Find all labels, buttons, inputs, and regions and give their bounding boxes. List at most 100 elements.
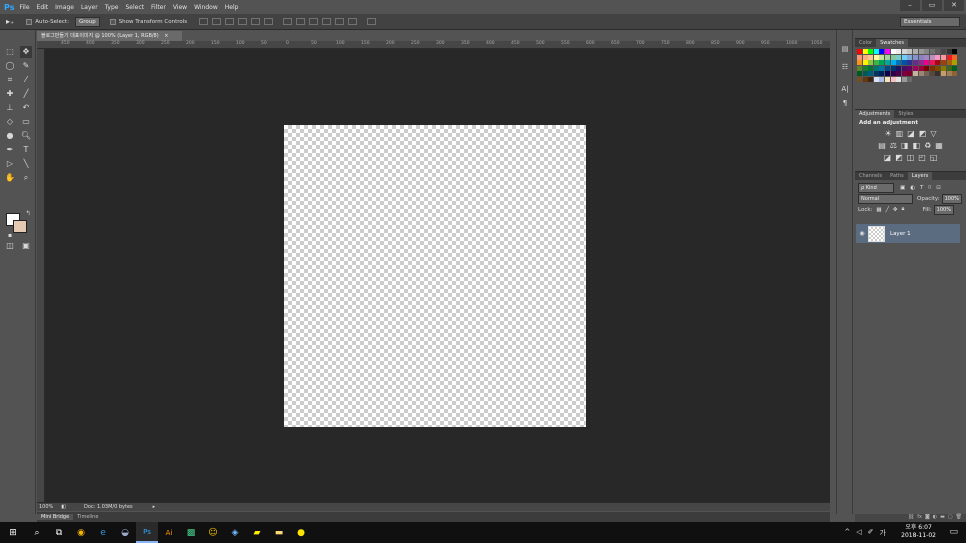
color-swatch[interactable] [862, 49, 868, 54]
properties-panel-icon[interactable]: ☷ [840, 63, 850, 73]
kakaotalk-icon[interactable]: ● [290, 522, 312, 543]
eraser-tool-icon[interactable]: ◇ [4, 116, 16, 128]
move-tool-icon[interactable]: ▸₊ [6, 17, 14, 26]
add-mask-icon[interactable]: ◙ [925, 514, 930, 522]
color-swatch[interactable] [952, 65, 958, 71]
channel-mixer-adjust-icon[interactable]: ♻ [924, 140, 931, 152]
color-swatch[interactable] [896, 76, 902, 82]
color-swatch[interactable] [929, 71, 935, 77]
menu-layer[interactable]: Layer [81, 4, 98, 11]
filter-adjust-icon[interactable]: ◐ [910, 185, 915, 191]
quick-select-tool-icon[interactable]: ✎ [20, 60, 32, 72]
lasso-tool-icon[interactable]: ◯ [4, 60, 16, 72]
blur-tool-icon[interactable]: ● [4, 130, 16, 142]
paragraph-panel-icon[interactable]: ¶ [840, 99, 850, 109]
color-swatch[interactable] [873, 76, 879, 82]
new-adjustment-icon[interactable]: ◐ [933, 514, 937, 522]
color-swatch[interactable] [873, 54, 879, 60]
color-swatch[interactable] [868, 54, 874, 60]
color-swatch[interactable] [912, 65, 918, 71]
minimize-button[interactable]: – [900, 0, 920, 11]
menu-filter[interactable]: Filter [151, 4, 166, 11]
illustrator-taskbar-icon[interactable]: Ai [158, 522, 180, 543]
color-swatch[interactable] [896, 49, 902, 54]
color-swatch[interactable] [884, 71, 890, 77]
tab-swatches[interactable]: Swatches [876, 39, 908, 47]
search-icon[interactable]: ⌕ [26, 522, 48, 543]
filter-type-icon[interactable]: T [920, 185, 923, 191]
color-swatch[interactable] [907, 49, 913, 54]
color-swatch[interactable] [857, 76, 862, 82]
color-swatch[interactable] [879, 65, 885, 71]
tab-channels[interactable]: Channels [855, 172, 886, 180]
color-swatch[interactable] [912, 54, 918, 60]
character-panel-icon[interactable]: A| [840, 85, 850, 95]
tab-adjustments[interactable]: Adjustments [855, 110, 895, 118]
posterize-adjust-icon[interactable]: ◩ [895, 152, 903, 164]
windows-start-icon[interactable]: ⊞ [0, 522, 26, 543]
fill-input[interactable]: 100% [933, 204, 954, 215]
history-brush-icon[interactable]: ↶ [20, 102, 32, 114]
delete-layer-icon[interactable]: 🗑︎ [956, 514, 962, 522]
opacity-input[interactable]: 100% [941, 193, 962, 204]
auto-select-dropdown[interactable]: Group [74, 16, 100, 27]
color-swatch[interactable] [873, 71, 879, 77]
align-vcenter-icon[interactable] [212, 18, 222, 25]
task-view-icon[interactable]: ⧉ [48, 522, 70, 543]
path-select-tool-icon[interactable]: ▷ [4, 158, 16, 170]
color-swatch[interactable] [873, 49, 879, 54]
color-swatch[interactable] [879, 54, 885, 60]
color-swatch[interactable] [952, 54, 958, 60]
workspace-dropdown[interactable]: Essentials [900, 17, 960, 27]
color-swatch[interactable] [924, 49, 930, 54]
color-swatch[interactable] [929, 60, 935, 66]
color-swatch[interactable] [929, 49, 935, 54]
file-explorer-icon[interactable]: ▬ [268, 522, 290, 543]
edge-icon[interactable]: e [92, 522, 114, 543]
new-layer-icon[interactable]: ▢ [948, 514, 953, 522]
vibrance-adjust-icon[interactable]: ▽ [930, 128, 936, 140]
color-swatch[interactable] [929, 54, 935, 60]
color-swatch[interactable] [901, 49, 907, 54]
hue-saturation-adjust-icon[interactable]: ▤ [878, 140, 886, 152]
align-bottom-icon[interactable] [225, 18, 235, 25]
document-canvas[interactable] [284, 125, 586, 427]
distribute-left-icon[interactable] [322, 18, 332, 25]
lock-all-icon[interactable]: 🔒︎ [902, 206, 905, 213]
sticky-notes-icon[interactable]: ▰ [246, 522, 268, 543]
screen-mode-icon[interactable]: ▣ [20, 240, 32, 252]
restore-button[interactable]: ▭ [922, 0, 942, 11]
quick-mask-icon[interactable]: ◫ [4, 240, 16, 252]
move-tool-icon[interactable]: ✥ [20, 46, 32, 58]
marquee-tool-icon[interactable]: ⬚ [4, 46, 16, 58]
color-swatch[interactable] [918, 71, 924, 77]
color-swatch[interactable] [952, 60, 958, 66]
new-group-icon[interactable]: ▬ [940, 514, 945, 522]
gradient-map-adjust-icon[interactable]: ◰ [918, 152, 926, 164]
color-swatch[interactable] [884, 49, 890, 54]
auto-align-icon[interactable] [367, 18, 377, 25]
color-swatch[interactable] [918, 54, 924, 60]
color-swatch[interactable] [868, 60, 874, 66]
color-swatch[interactable] [940, 49, 946, 54]
color-swatch[interactable] [912, 60, 918, 66]
hand-tool-icon[interactable]: ✋ [4, 172, 16, 184]
color-swatch[interactable] [884, 76, 890, 82]
color-swatch[interactable] [890, 65, 896, 71]
lock-transparent-icon[interactable]: ▦ [876, 207, 881, 213]
tab-mini-bridge[interactable]: Mini Bridge [37, 514, 74, 520]
document-tab-close-icon[interactable]: × [164, 33, 168, 39]
color-swatch[interactable] [946, 71, 952, 77]
black-white-adjust-icon[interactable]: ◨ [901, 140, 909, 152]
layer-name[interactable]: Layer 1 [890, 231, 911, 237]
exposure-adjust-icon[interactable]: ◩ [919, 128, 927, 140]
color-swatch[interactable] [935, 49, 941, 54]
taskbar-clock[interactable]: 오후 6:07 2018-11-02 [901, 524, 936, 540]
color-swatch[interactable] [857, 54, 862, 60]
color-swatch[interactable] [896, 65, 902, 71]
ime-indicator[interactable]: 가 [880, 528, 886, 538]
auto-select-checkbox[interactable] [26, 18, 33, 25]
status-menu-arrow-icon[interactable]: ▸ [153, 504, 156, 510]
color-swatch[interactable] [940, 60, 946, 66]
messenger-icon[interactable]: ☺ [202, 522, 224, 543]
